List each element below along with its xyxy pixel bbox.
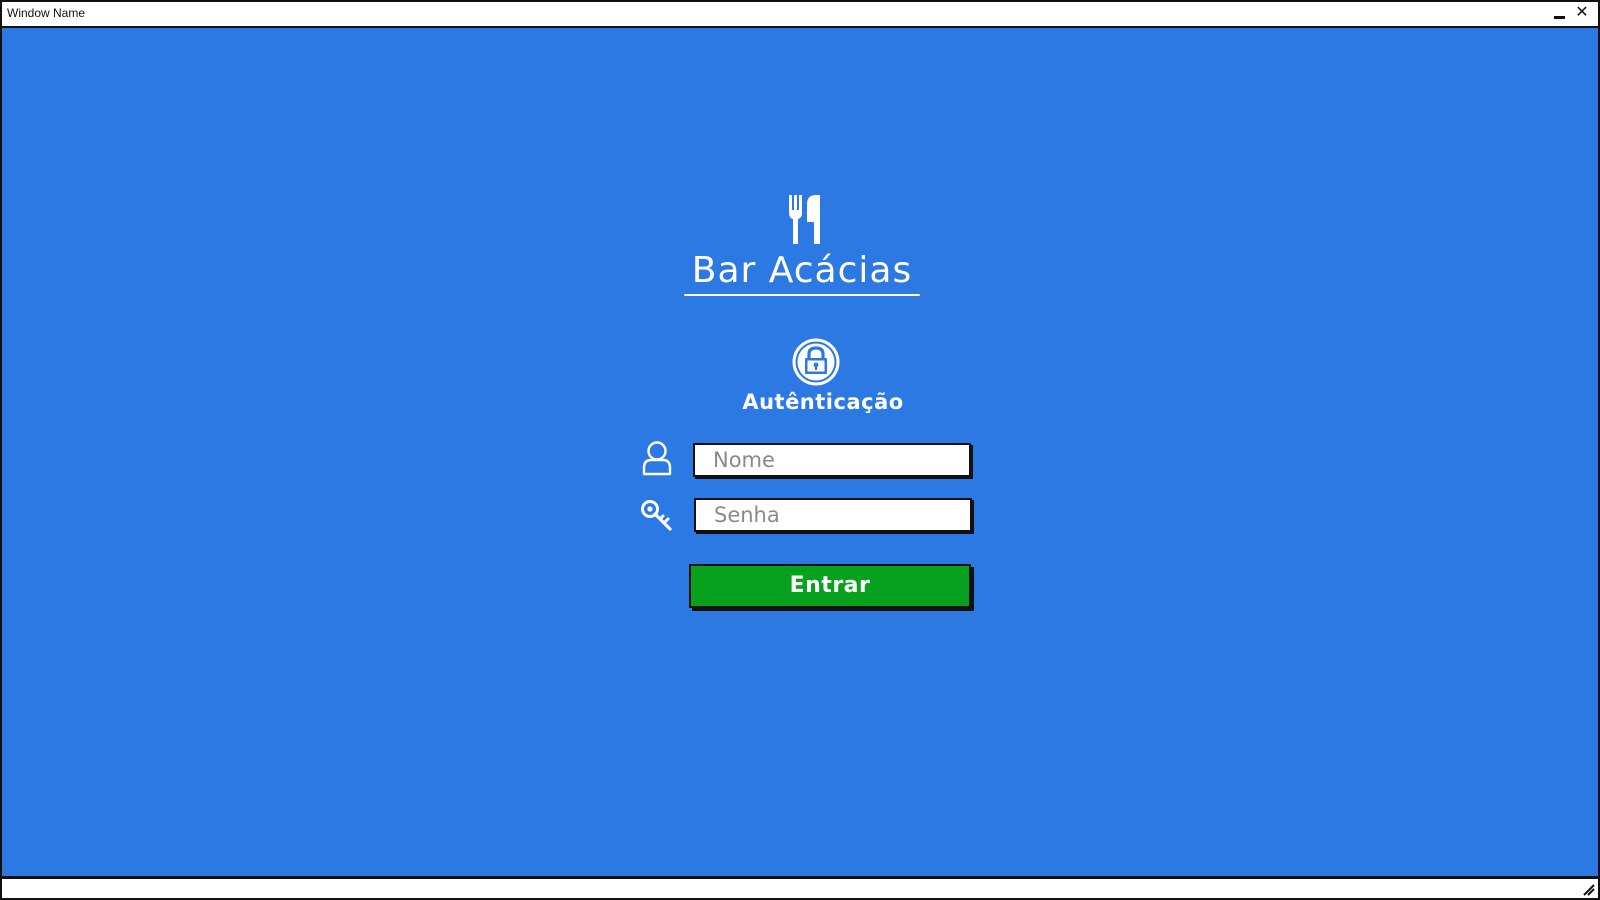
- password-input[interactable]: [696, 500, 970, 530]
- brand-underline: [684, 294, 920, 296]
- title-bar: Window Name ✕: [2, 2, 1598, 28]
- name-field[interactable]: [693, 443, 971, 477]
- minimize-icon[interactable]: [1552, 5, 1568, 21]
- fork-knife-icon: [789, 195, 820, 244]
- name-input[interactable]: [695, 445, 969, 475]
- brand-name: Bar Acácias: [691, 250, 913, 291]
- close-icon[interactable]: ✕: [1574, 3, 1590, 21]
- app-window: Window Name ✕ Bar Acácias Autênticação N…: [0, 0, 1600, 900]
- login-button[interactable]: Entrar: [689, 564, 971, 608]
- login-screen: Bar Acácias Autênticação Nome Entrar: [2, 28, 1598, 879]
- resize-grip-icon[interactable]: [1582, 883, 1596, 897]
- lock-icon: [792, 338, 840, 386]
- status-bar: [2, 879, 1598, 898]
- auth-heading: Autênticação: [742, 390, 904, 414]
- window-title: Window Name: [7, 6, 86, 20]
- key-icon: [641, 500, 672, 531]
- password-field[interactable]: [694, 498, 972, 532]
- user-icon: [642, 441, 672, 476]
